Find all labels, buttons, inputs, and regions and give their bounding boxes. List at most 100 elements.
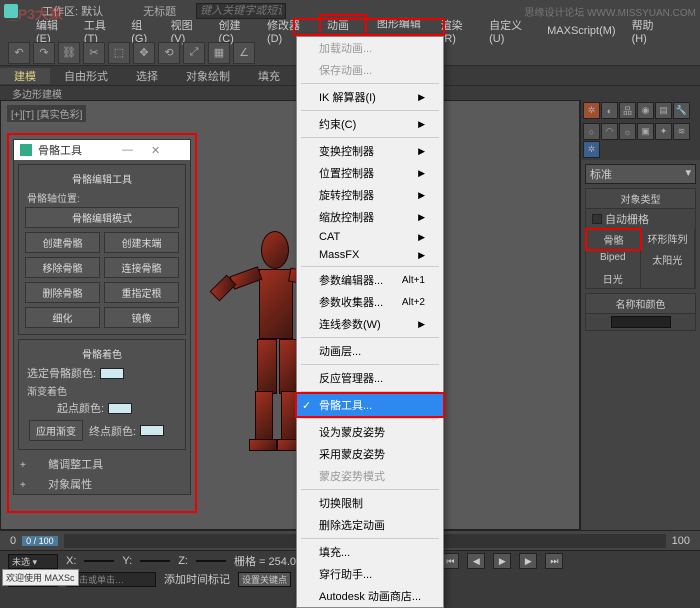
z-field[interactable] bbox=[196, 560, 226, 562]
menu-item-5[interactable]: 约束(C)▶ bbox=[297, 113, 443, 135]
menu-item-24[interactable]: 设为蒙皮姿势 bbox=[297, 421, 443, 443]
object-color-swatch[interactable] bbox=[611, 316, 671, 328]
redo-button[interactable]: ↷ bbox=[33, 42, 55, 64]
menu-item-25[interactable]: 采用蒙皮姿势 bbox=[297, 443, 443, 465]
connect-bone-button[interactable]: 连接骨骼 bbox=[104, 257, 179, 278]
menu-9[interactable]: 自定义(U) bbox=[483, 16, 537, 46]
menu-separator bbox=[301, 418, 439, 419]
add-marker-label[interactable]: 添加时间标记 bbox=[164, 571, 230, 587]
lights-cat[interactable]: ☼ bbox=[619, 123, 636, 140]
close-button[interactable]: ✕ bbox=[151, 144, 160, 157]
spacewarps-cat[interactable]: ≋ bbox=[673, 123, 690, 140]
selection-filter[interactable]: 未选 ▾ bbox=[8, 554, 58, 569]
autogrid-checkbox[interactable]: 自动栅格 bbox=[586, 209, 695, 229]
mirror-button[interactable]: 镜像 bbox=[104, 307, 179, 328]
hierarchy-tab[interactable]: 品 bbox=[619, 102, 636, 119]
menu-item-33[interactable]: Autodesk 动画商店... bbox=[297, 585, 443, 607]
y-field[interactable] bbox=[140, 560, 170, 562]
helpers-cat[interactable]: ✦ bbox=[655, 123, 672, 140]
menu-item-14[interactable]: 参数编辑器...Alt+1 bbox=[297, 269, 443, 291]
delete-bone-button[interactable]: 删除骨骼 bbox=[25, 282, 100, 303]
undo-button[interactable]: ↶ bbox=[8, 42, 30, 64]
create-tail-button[interactable]: 创建末端 bbox=[104, 232, 179, 253]
menu-item-20[interactable]: 反应管理器... bbox=[297, 367, 443, 389]
link-button[interactable]: ⛓ bbox=[58, 42, 80, 64]
shapes-cat[interactable]: ◠ bbox=[601, 123, 618, 140]
select-button[interactable]: ⬚ bbox=[108, 42, 130, 64]
goto-end-button[interactable]: ⏭ bbox=[545, 553, 563, 569]
empty-button bbox=[641, 269, 696, 288]
reassign-root-button[interactable]: 重指定根 bbox=[104, 282, 179, 303]
daylight-button[interactable]: 日光 bbox=[586, 269, 641, 288]
refine-button[interactable]: 细化 bbox=[25, 307, 100, 328]
subcategory-dropdown[interactable]: 标准▾ bbox=[585, 164, 696, 184]
menu-item-32[interactable]: 穿行助手... bbox=[297, 563, 443, 585]
command-panel: ✲ ◐ 品 ◉ ▤ 🔧 ○ ◠ ☼ ▣ ✦ ≋ ✲ 标准▾ 对象类型 自动栅格 … bbox=[580, 100, 700, 530]
ribbon-tab-0[interactable]: 建模 bbox=[0, 68, 50, 84]
motion-tab[interactable]: ◉ bbox=[637, 102, 654, 119]
cameras-cat[interactable]: ▣ bbox=[637, 123, 654, 140]
ribbon-tab-4[interactable]: 填充 bbox=[244, 68, 294, 84]
menu-separator bbox=[301, 489, 439, 490]
menu-item-10[interactable]: 缩放控制器▶ bbox=[297, 206, 443, 228]
start-color-swatch[interactable] bbox=[108, 403, 132, 414]
ribbon-tab-2[interactable]: 选择 bbox=[122, 68, 172, 84]
viewport[interactable]: [+][T] [真实色彩] 骨骼工具 — ✕ 骨骼编辑工具 骨骼轴位置: 骨骼编… bbox=[0, 100, 580, 530]
modify-tab[interactable]: ◐ bbox=[601, 102, 618, 119]
goto-start-button[interactable]: ⏮ bbox=[441, 553, 459, 569]
sunlight-button[interactable]: 太阳光 bbox=[641, 250, 696, 269]
setkey-button[interactable]: 设置关键点 bbox=[238, 572, 291, 587]
menu-10[interactable]: MAXScript(M) bbox=[541, 24, 621, 38]
object-type-rollout: 对象类型 自动栅格 骨骼 环形阵列 Biped 太阳光 日光 bbox=[585, 188, 696, 289]
menu-item-7[interactable]: 变换控制器▶ bbox=[297, 140, 443, 162]
geometry-cat[interactable]: ○ bbox=[583, 123, 600, 140]
snap-button[interactable]: ▦ bbox=[208, 42, 230, 64]
end-color-swatch[interactable] bbox=[140, 425, 164, 436]
unlink-button[interactable]: ✂ bbox=[83, 42, 105, 64]
bone-edit-mode-button[interactable]: 骨骼编辑模式 bbox=[25, 207, 179, 228]
menu-item-18[interactable]: 动画层... bbox=[297, 340, 443, 362]
ring-array-button[interactable]: 环形阵列 bbox=[641, 229, 695, 250]
create-tab[interactable]: ✲ bbox=[583, 102, 600, 119]
end-color-row: 应用渐变终点颜色: bbox=[27, 418, 177, 443]
menu-item-29[interactable]: 删除选定动画 bbox=[297, 514, 443, 536]
scale-button[interactable]: ⤢ bbox=[183, 42, 205, 64]
play-button[interactable]: ▶ bbox=[493, 553, 511, 569]
menu-11[interactable]: 帮助(H) bbox=[626, 16, 670, 46]
menu-item-11[interactable]: CAT▶ bbox=[297, 228, 443, 246]
menu-item-9[interactable]: 旋转控制器▶ bbox=[297, 184, 443, 206]
menu-item-8[interactable]: 位置控制器▶ bbox=[297, 162, 443, 184]
x-field[interactable] bbox=[84, 560, 114, 562]
move-button[interactable]: ✥ bbox=[133, 42, 155, 64]
object-type-title: 对象类型 bbox=[586, 189, 695, 209]
menu-item-12[interactable]: MassFX▶ bbox=[297, 246, 443, 264]
sel-color-swatch[interactable] bbox=[100, 368, 124, 379]
minimize-button[interactable]: — bbox=[122, 144, 133, 156]
angle-snap-button[interactable]: ∠ bbox=[233, 42, 255, 64]
apply-gradient-button[interactable]: 应用渐变 bbox=[29, 420, 83, 441]
remove-bone-button[interactable]: 移除骨骼 bbox=[25, 257, 100, 278]
prev-frame-button[interactable]: ◀ bbox=[467, 553, 485, 569]
menu-item-31[interactable]: 填充... bbox=[297, 541, 443, 563]
utilities-tab[interactable]: 🔧 bbox=[673, 102, 690, 119]
next-frame-button[interactable]: ▶ bbox=[519, 553, 537, 569]
create-bone-button[interactable]: 创建骨骼 bbox=[25, 232, 100, 253]
tl-pos[interactable]: 0 / 100 bbox=[22, 536, 58, 546]
ribbon-tab-1[interactable]: 自由形式 bbox=[50, 68, 122, 84]
name-color-rollout: 名称和颜色 bbox=[585, 293, 696, 331]
fin-tools-rollout[interactable]: + 鳍调整工具 bbox=[14, 454, 190, 474]
menu-item-0: 加载动画... bbox=[297, 37, 443, 59]
ribbon-tab-3[interactable]: 对象绘制 bbox=[172, 68, 244, 84]
menu-item-15[interactable]: 参数收集器...Alt+2 bbox=[297, 291, 443, 313]
display-tab[interactable]: ▤ bbox=[655, 102, 672, 119]
systems-cat[interactable]: ✲ bbox=[583, 141, 600, 158]
rotate-button[interactable]: ⟲ bbox=[158, 42, 180, 64]
menu-item-16[interactable]: 连线参数(W)▶ bbox=[297, 313, 443, 335]
menu-item-28[interactable]: 切换限制 bbox=[297, 492, 443, 514]
viewport-label[interactable]: [+][T] [真实色彩] bbox=[7, 105, 86, 122]
bones-button[interactable]: 骨骼 bbox=[585, 228, 642, 251]
obj-props-rollout[interactable]: + 对象属性 bbox=[14, 474, 190, 494]
biped-button[interactable]: Biped bbox=[586, 250, 641, 269]
menu-item-3[interactable]: IK 解算器(I)▶ bbox=[297, 86, 443, 108]
menu-item-22[interactable]: ✓骨骼工具... bbox=[297, 394, 443, 416]
